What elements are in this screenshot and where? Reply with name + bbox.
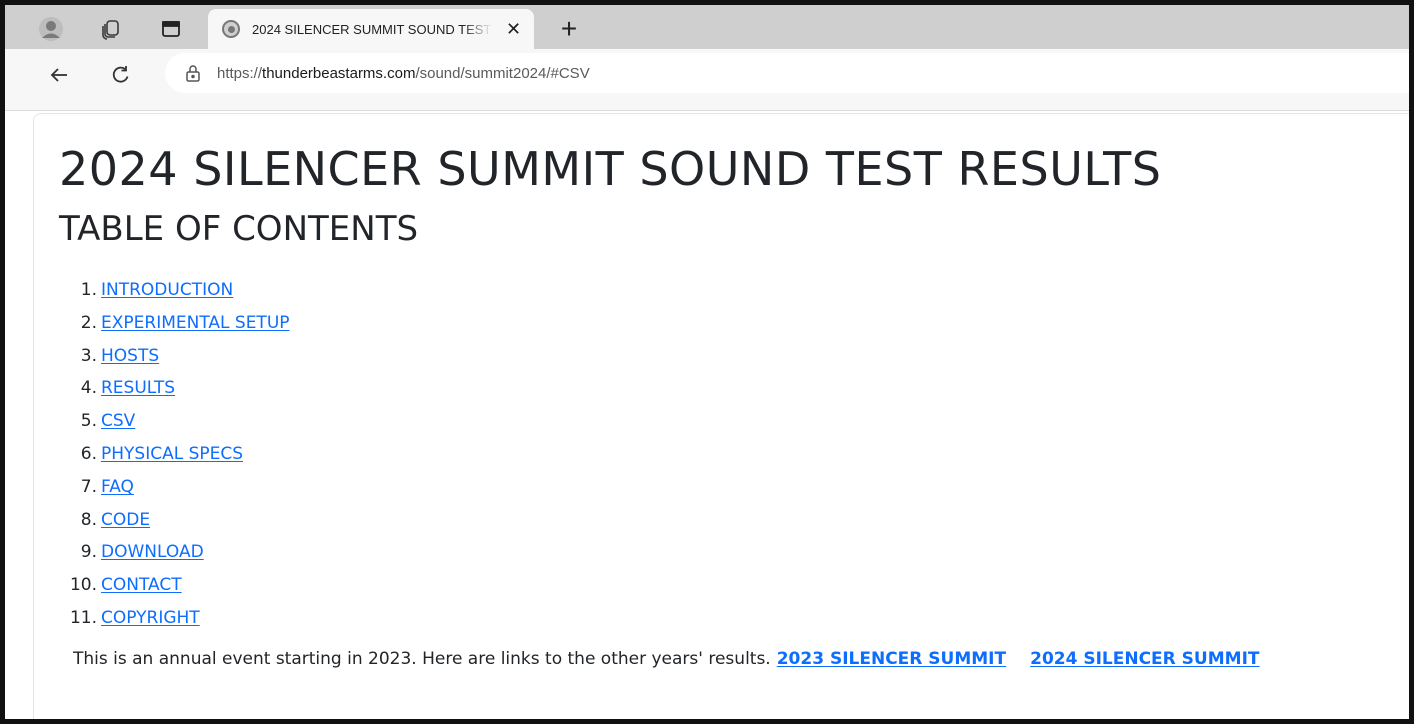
toc-number: 10.: [69, 575, 97, 596]
page-viewport: 2024 SILENCER SUMMIT SOUND TEST RESULTS …: [33, 113, 1409, 719]
toc-number: 9.: [80, 542, 97, 563]
toc-link-physical-specs[interactable]: PHYSICAL SPECS: [101, 438, 243, 471]
link-2024-summit[interactable]: 2024 SILENCER SUMMIT: [1030, 649, 1259, 669]
profile-icon[interactable]: [33, 11, 69, 47]
toc-number: 4.: [80, 378, 97, 399]
back-arrow-icon[interactable]: [41, 57, 77, 93]
annual-event-text: This is an annual event starting in 2023…: [73, 648, 771, 669]
toc-number: 3.: [80, 345, 97, 366]
toc-item: 5. CSV: [59, 405, 1260, 438]
active-tab[interactable]: 2024 SILENCER SUMMIT SOUND TEST RESULTS …: [208, 9, 534, 49]
url-text[interactable]: https://thunderbeastarms.com/sound/summi…: [217, 65, 590, 82]
toc-heading: TABLE OF CONTENTS: [59, 209, 419, 249]
toc-number: 8.: [80, 509, 97, 530]
toc-link-csv[interactable]: CSV: [101, 405, 135, 438]
toc-link-contact[interactable]: CONTACT: [101, 569, 182, 602]
toc-link-faq[interactable]: FAQ: [101, 471, 134, 504]
toc-item: 3. HOSTS: [59, 340, 1260, 373]
page-title: 2024 SILENCER SUMMIT SOUND TEST RESULTS: [59, 142, 1162, 196]
address-bar[interactable]: https://thunderbeastarms.com/sound/summi…: [165, 53, 1409, 93]
toc-item: 1. INTRODUCTION: [59, 274, 1260, 307]
toc-number: 5.: [80, 411, 97, 432]
url-path: /sound/summit2024/#CSV: [415, 64, 590, 82]
favicon: [222, 20, 240, 38]
new-tab-button[interactable]: +: [553, 13, 585, 45]
toc-link-copyright[interactable]: COPYRIGHT: [101, 602, 200, 635]
toc-number: 7.: [80, 476, 97, 497]
toc-item: 8. CODE: [59, 504, 1260, 537]
workspaces-icon[interactable]: [93, 11, 129, 47]
toc-item: 4. RESULTS: [59, 372, 1260, 405]
tab-title: 2024 SILENCER SUMMIT SOUND TEST RESULTS: [252, 21, 492, 37]
lock-icon[interactable]: [183, 63, 203, 83]
tab-actions-icon[interactable]: [153, 11, 189, 47]
toc-link-hosts[interactable]: HOSTS: [101, 340, 159, 373]
browser-window: 2024 SILENCER SUMMIT SOUND TEST RESULTS …: [0, 0, 1414, 724]
toc-link-download[interactable]: DOWNLOAD: [101, 536, 204, 569]
toc-number: 11.: [69, 607, 97, 628]
toc-number: 1.: [80, 280, 97, 300]
toc-item: 9. DOWNLOAD: [59, 536, 1260, 569]
toc-link-experimental-setup[interactable]: EXPERIMENTAL SETUP: [101, 307, 290, 340]
toc-link-code[interactable]: CODE: [101, 504, 150, 537]
browser-toolbar: https://thunderbeastarms.com/sound/summi…: [5, 49, 1409, 111]
page-content: 2024 SILENCER SUMMIT SOUND TEST RESULTS …: [59, 140, 1260, 669]
url-scheme: https://: [217, 64, 263, 82]
refresh-icon[interactable]: [103, 57, 139, 93]
link-2023-summit[interactable]: 2023 SILENCER SUMMIT: [777, 649, 1006, 669]
toc-item: 11. COPYRIGHT: [59, 602, 1260, 635]
toc-item: 2. EXPERIMENTAL SETUP: [59, 307, 1260, 340]
toc-item: 10. CONTACT: [59, 569, 1260, 602]
close-tab-icon[interactable]: ✕: [506, 20, 521, 38]
toc-link-results[interactable]: RESULTS: [101, 372, 175, 405]
toc-list: 1. INTRODUCTION 2. EXPERIMENTAL SETUP 3. HO…: [59, 274, 1260, 635]
toc-number: 2.: [80, 312, 97, 333]
toc-item: 6. PHYSICAL SPECS: [59, 438, 1260, 471]
toc-link-introduction[interactable]: INTRODUCTION: [101, 274, 233, 307]
url-host: thunderbeastarms.com: [262, 64, 416, 82]
toc-number: 6.: [80, 443, 97, 464]
toc-item: 7. FAQ: [59, 471, 1260, 504]
annual-event-note: This is an annual event starting in 2023…: [73, 649, 1260, 669]
